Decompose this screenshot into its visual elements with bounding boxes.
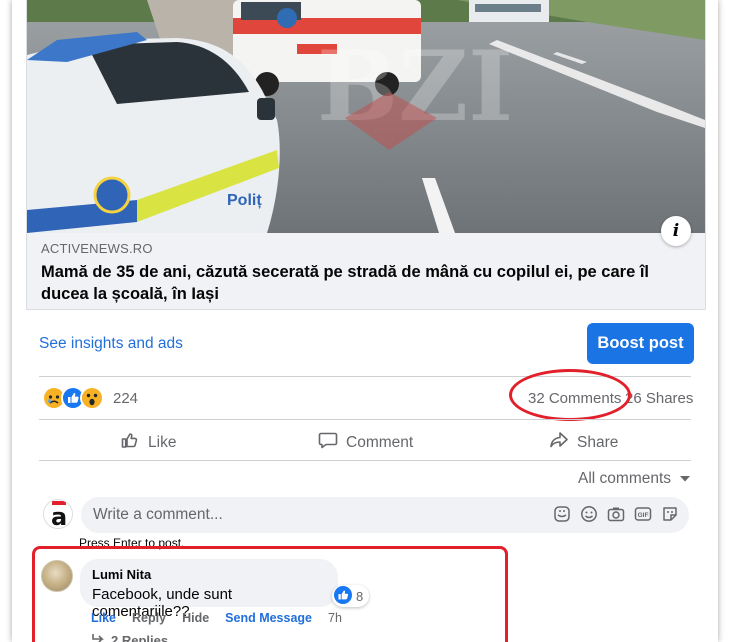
info-button[interactable]: i [661, 216, 691, 246]
comment-button[interactable]: Comment [318, 430, 413, 455]
wow-icon [80, 386, 104, 410]
comment-input-tools: GIF [553, 505, 679, 523]
page-avatar[interactable]: a [43, 499, 73, 529]
comments-filter-dropdown[interactable]: All comments [578, 470, 691, 488]
gif-icon[interactable]: GIF [634, 505, 652, 523]
see-insights-link[interactable]: See insights and ads [39, 335, 183, 353]
highlight-box [32, 546, 508, 642]
emoji-icon[interactable] [580, 505, 598, 523]
divider [39, 419, 691, 420]
boost-post-button[interactable]: Boost post [587, 323, 694, 364]
preview-headline[interactable]: Mamă de 35 de ani, căzută secerată pe st… [41, 261, 681, 305]
reactions-summary[interactable]: 224 [42, 386, 139, 410]
speech-bubble-icon [318, 430, 338, 455]
post-card: BZI Poliț i ACTIVENEWS.RO Mamă de 35 de … [12, 0, 718, 642]
preview-photo[interactable]: BZI Poliț [27, 0, 705, 233]
camera-icon[interactable] [607, 505, 625, 523]
like-button[interactable]: Like [120, 430, 176, 455]
caret-down-icon [679, 470, 691, 488]
comment-input[interactable]: Write a comment... GIF [81, 497, 689, 533]
shares-count-link[interactable]: 26 Shares [625, 390, 693, 407]
highlight-oval [509, 369, 631, 421]
svg-text:Poliț: Poliț [227, 192, 262, 209]
svg-text:GIF: GIF [638, 512, 649, 519]
share-label: Share [577, 433, 619, 451]
comments-filter-label: All comments [578, 470, 672, 487]
info-icon: i [672, 221, 680, 241]
like-label: Like [148, 433, 177, 451]
comment-label: Comment [346, 433, 414, 451]
share-arrow-icon [549, 430, 569, 455]
sticker-icon[interactable] [553, 505, 571, 523]
avatar-letter: a [51, 503, 68, 529]
share-button[interactable]: Share [549, 430, 618, 455]
avatar-sticker-icon[interactable] [661, 505, 679, 523]
link-preview[interactable]: BZI Poliț i ACTIVENEWS.RO Mamă de 35 de … [26, 0, 706, 310]
divider [39, 460, 691, 461]
preview-domain: ACTIVENEWS.RO [41, 241, 153, 256]
reaction-count: 224 [113, 389, 139, 407]
comment-input-placeholder: Write a comment... [93, 506, 223, 523]
thumbs-up-icon [120, 430, 140, 455]
